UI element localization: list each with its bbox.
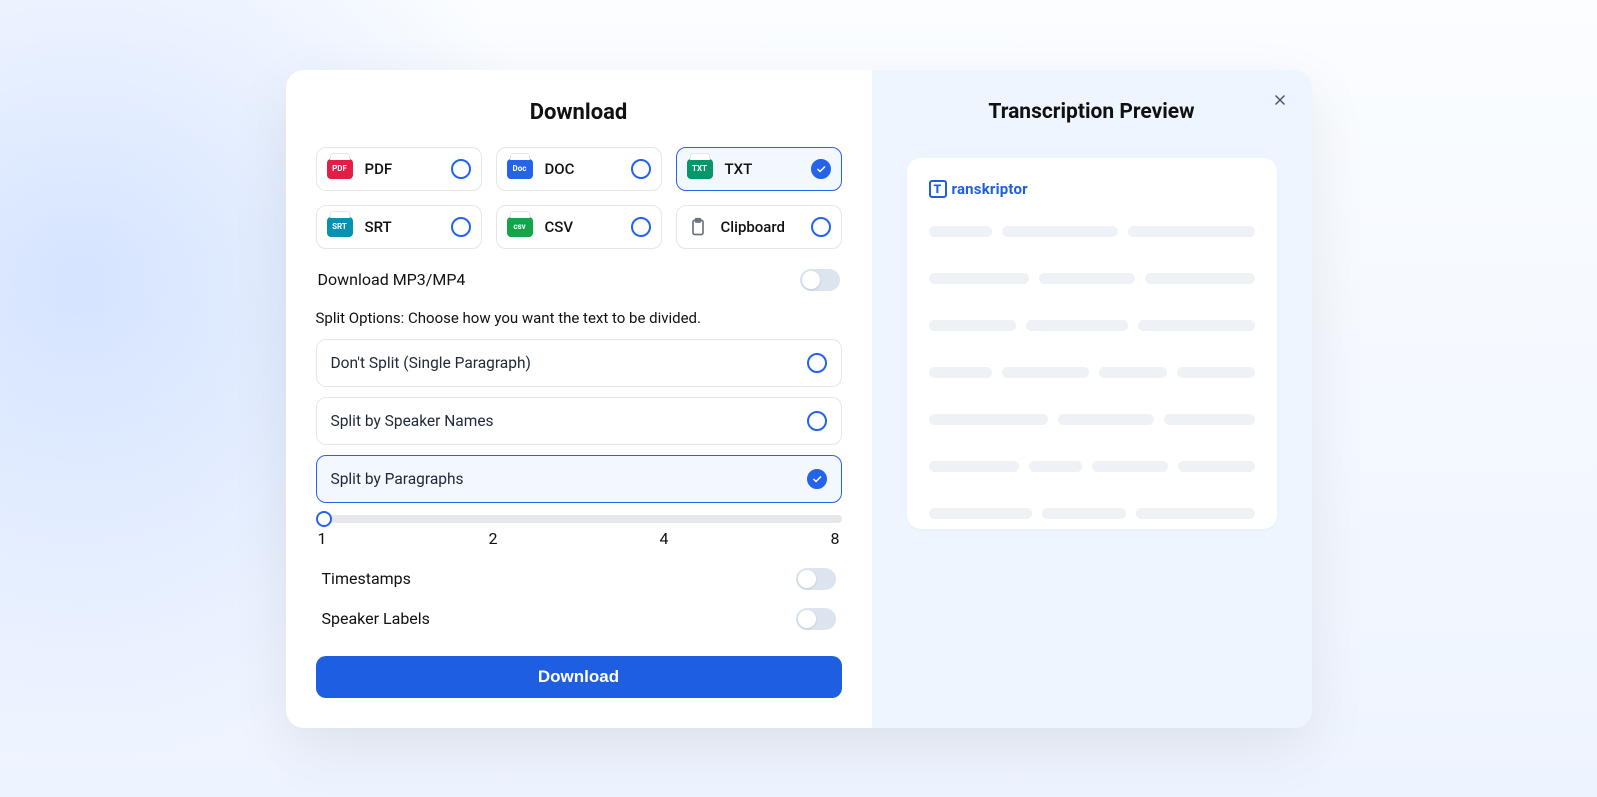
split-option-label: Split by Speaker Names — [331, 412, 494, 430]
skeleton-bar — [1029, 461, 1082, 472]
format-grid: PDF PDF Doc DOC TXT TXT SRT SRT — [316, 147, 842, 249]
format-option-srt[interactable]: SRT SRT — [316, 205, 482, 249]
download-panel: Download PDF PDF Doc DOC TXT TXT — [286, 70, 872, 728]
close-button[interactable] — [1268, 88, 1292, 112]
skeleton-bar — [929, 461, 1020, 472]
brand-mark: T — [929, 180, 947, 198]
skeleton-bar — [1138, 320, 1255, 331]
preview-skeleton — [929, 226, 1255, 519]
skeleton-row — [929, 273, 1255, 284]
split-option-single[interactable]: Don't Split (Single Paragraph) — [316, 339, 842, 387]
format-option-doc[interactable]: Doc DOC — [496, 147, 662, 191]
brand-text: ranskriptor — [952, 180, 1028, 198]
split-options-label: Split Options: Choose how you want the t… — [316, 309, 842, 327]
split-option-label: Split by Paragraphs — [331, 470, 464, 488]
slider-label: 4 — [660, 529, 669, 548]
preview-title: Transcription Preview — [988, 100, 1194, 124]
skeleton-bar — [1099, 367, 1167, 378]
pdf-icon: PDF — [327, 159, 353, 179]
radio — [631, 159, 651, 179]
timestamps-toggle[interactable] — [796, 568, 836, 590]
skeleton-row — [929, 414, 1255, 425]
skeleton-row — [929, 226, 1255, 237]
format-label: TXT — [725, 160, 811, 178]
slider-label: 2 — [489, 529, 498, 548]
skeleton-bar — [1128, 226, 1254, 237]
csv-icon: csv — [507, 217, 533, 237]
mp3mp4-row: Download MP3/MP4 — [316, 267, 842, 293]
radio-checked — [811, 159, 831, 179]
split-option-paragraphs[interactable]: Split by Paragraphs — [316, 455, 842, 503]
skeleton-bar — [1039, 273, 1135, 284]
close-icon — [1271, 91, 1289, 109]
radio — [631, 217, 651, 237]
timestamps-label: Timestamps — [322, 569, 411, 588]
format-option-txt[interactable]: TXT TXT — [676, 147, 842, 191]
speaker-labels-toggle[interactable] — [796, 608, 836, 630]
skeleton-bar — [929, 273, 1029, 284]
format-option-pdf[interactable]: PDF PDF — [316, 147, 482, 191]
mp3mp4-label: Download MP3/MP4 — [318, 270, 466, 289]
skeleton-bar — [1092, 461, 1168, 472]
txt-icon: TXT — [687, 159, 713, 179]
radio — [807, 411, 827, 431]
skeleton-bar — [929, 414, 1049, 425]
skeleton-bar — [1177, 367, 1255, 378]
split-option-speakers[interactable]: Split by Speaker Names — [316, 397, 842, 445]
slider-track[interactable] — [316, 515, 842, 523]
format-label: DOC — [545, 160, 631, 178]
download-button[interactable]: Download — [316, 656, 842, 698]
skeleton-bar — [929, 226, 992, 237]
slider-thumb[interactable] — [316, 511, 332, 527]
radio-checked — [807, 469, 827, 489]
format-label: Clipboard — [721, 218, 811, 236]
skeleton-bar — [1042, 508, 1126, 519]
clipboard-icon — [687, 216, 709, 238]
skeleton-bar — [929, 367, 992, 378]
slider-label: 8 — [831, 529, 840, 548]
radio — [451, 217, 471, 237]
mp3mp4-toggle[interactable] — [800, 269, 840, 291]
radio — [811, 217, 831, 237]
skeleton-bar — [1058, 414, 1154, 425]
split-options: Don't Split (Single Paragraph) Split by … — [316, 339, 842, 503]
skeleton-bar — [1026, 320, 1128, 331]
skeleton-row — [929, 367, 1255, 378]
doc-icon: Doc — [507, 159, 533, 179]
slider-label: 1 — [318, 529, 327, 548]
paragraph-slider: 1 2 4 8 — [316, 515, 842, 548]
skeleton-bar — [1145, 273, 1255, 284]
skeleton-row — [929, 320, 1255, 331]
split-option-label: Don't Split (Single Paragraph) — [331, 354, 531, 372]
skeleton-bar — [1164, 414, 1255, 425]
skeleton-bar — [1136, 508, 1254, 519]
download-modal: Download PDF PDF Doc DOC TXT TXT — [286, 70, 1312, 728]
skeleton-bar — [1002, 367, 1089, 378]
format-label: CSV — [545, 218, 631, 236]
brand-logo: T ranskriptor — [929, 180, 1255, 198]
speaker-labels-label: Speaker Labels — [322, 609, 430, 628]
timestamps-row: Timestamps — [320, 566, 838, 592]
skeleton-row — [929, 461, 1255, 472]
format-label: PDF — [365, 160, 451, 178]
speaker-labels-row: Speaker Labels — [320, 606, 838, 632]
preview-card: T ranskriptor — [907, 158, 1277, 529]
skeleton-bar — [929, 320, 1016, 331]
format-option-clipboard[interactable]: Clipboard — [676, 205, 842, 249]
skeleton-bar — [1002, 226, 1119, 237]
format-label: SRT — [365, 218, 451, 236]
skeleton-row — [929, 508, 1255, 519]
download-title: Download — [316, 100, 842, 125]
skeleton-bar — [929, 508, 1033, 519]
preview-panel: Transcription Preview T ranskriptor — [872, 70, 1312, 728]
skeleton-bar — [1178, 461, 1254, 472]
radio — [807, 353, 827, 373]
srt-icon: SRT — [327, 217, 353, 237]
toggles-block: Timestamps Speaker Labels — [316, 566, 842, 632]
format-option-csv[interactable]: csv CSV — [496, 205, 662, 249]
radio — [451, 159, 471, 179]
slider-labels: 1 2 4 8 — [316, 529, 842, 548]
